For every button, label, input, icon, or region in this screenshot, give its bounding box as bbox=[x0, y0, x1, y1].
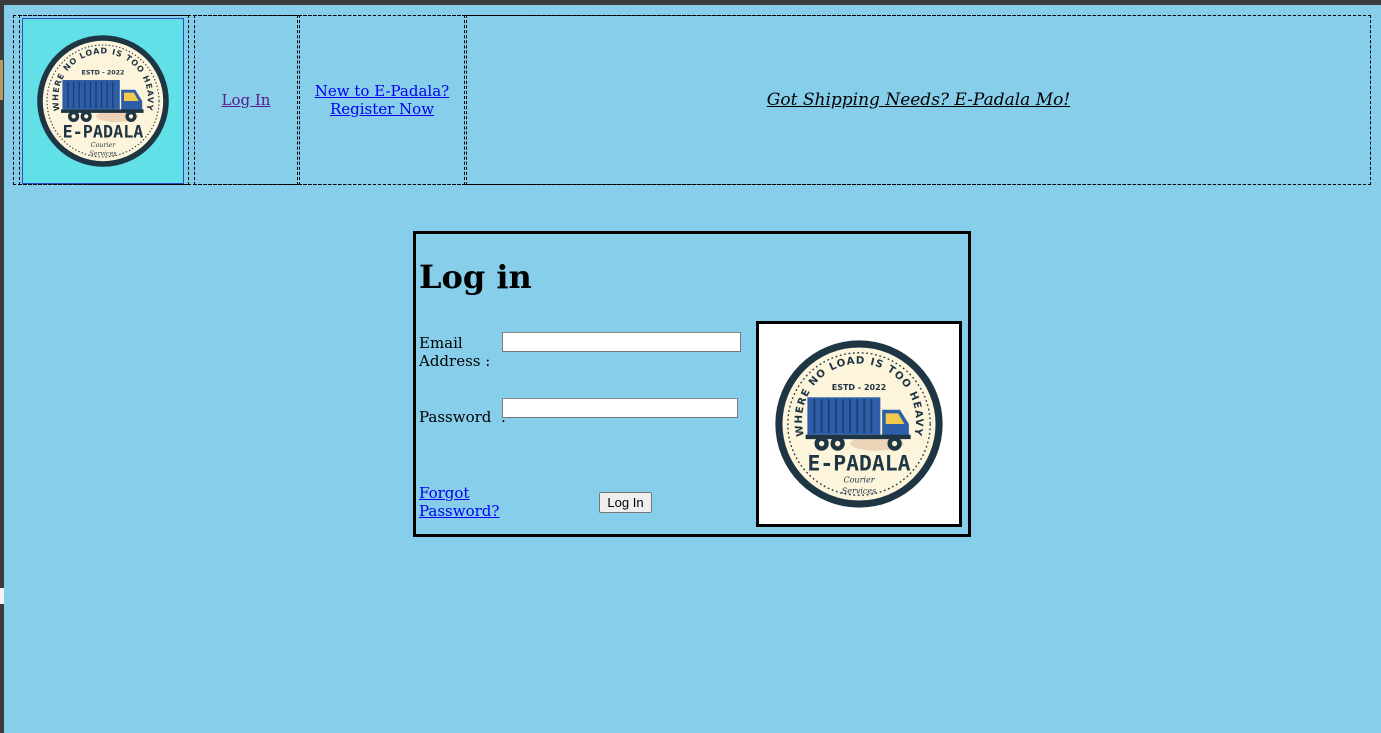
tagline-text: Got Shipping Needs? E-Padala Mo! bbox=[766, 90, 1071, 110]
register-line-1: New to E-Padala? bbox=[314, 82, 450, 100]
logo-estd-text: ESTD - 2022 bbox=[82, 69, 125, 76]
forgot-password-label: Forgot Password? bbox=[419, 484, 500, 520]
nav-cell-register: New to E-Padala? Register Now bbox=[299, 15, 465, 185]
login-logo-frame: WHERE NO LOAD IS TOO HEAVY ESTD - 2022 E… bbox=[756, 321, 962, 527]
logo-sub1-text: Courier bbox=[843, 476, 875, 485]
window-top-border bbox=[0, 0, 1381, 5]
register-line-2: Register Now bbox=[329, 100, 435, 118]
login-submit-button[interactable]: Log In bbox=[599, 492, 652, 513]
nav-cell-login: Log In bbox=[194, 15, 298, 185]
login-title: Log in bbox=[419, 258, 532, 296]
logo-brand-text: E-PADALA bbox=[63, 121, 144, 141]
logo-estd-text: ESTD - 2022 bbox=[832, 383, 886, 392]
brand-logo: WHERE NO LOAD IS TOO HEAVY ESTD - 2022 E… bbox=[37, 35, 169, 167]
window-left-highlight bbox=[0, 588, 4, 604]
header-logo-link[interactable]: WHERE NO LOAD IS TOO HEAVY ESTD - 2022 E… bbox=[22, 18, 184, 184]
password-field[interactable] bbox=[502, 398, 738, 418]
nav-register-link[interactable]: New to E-Padala? Register Now bbox=[315, 82, 449, 118]
nav-cell-tagline: Got Shipping Needs? E-Padala Mo! bbox=[466, 15, 1371, 185]
window-left-tab bbox=[0, 60, 3, 100]
window-left-border bbox=[0, 5, 4, 733]
brand-logo-large: WHERE NO LOAD IS TOO HEAVY ESTD - 2022 E… bbox=[775, 340, 943, 508]
logo-brand-text: E-PADALA bbox=[808, 451, 911, 476]
email-field[interactable] bbox=[502, 332, 741, 352]
password-label: Password : bbox=[419, 408, 506, 426]
logo-sub1-text: Courier bbox=[91, 142, 116, 149]
logo-sub2-text: Services bbox=[842, 486, 876, 495]
logo-sub2-text: Services bbox=[89, 151, 117, 158]
forgot-password-link[interactable]: Forgot Password? bbox=[419, 484, 499, 520]
email-label: Email Address : bbox=[419, 334, 491, 370]
nav-login-link[interactable]: Log In bbox=[222, 91, 271, 109]
